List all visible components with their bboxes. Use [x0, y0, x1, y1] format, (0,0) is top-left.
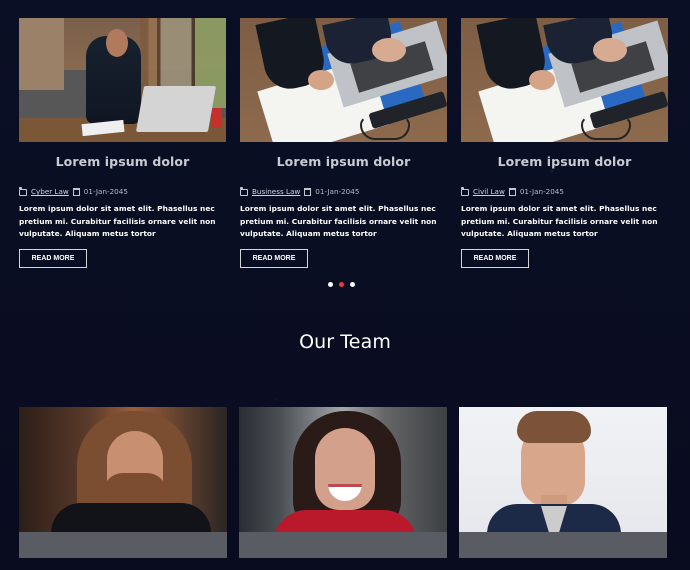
blog-card-2: Lorem ipsum dolor Business Law 01-Jan-20… — [240, 18, 447, 280]
blog-meta: Civil Law 01-Jan-2045 — [461, 187, 668, 196]
blog-title: Lorem ipsum dolor — [55, 154, 190, 169]
blog-card-1: Lorem ipsum dolor Cyber Law 01-Jan-2045 … — [19, 18, 226, 280]
read-more-button[interactable]: READ MORE — [461, 248, 529, 268]
team-member-info-bar — [239, 532, 447, 558]
read-more-button[interactable]: READ MORE — [240, 248, 308, 268]
folder-icon — [240, 187, 248, 196]
team-member-card-1[interactable] — [19, 407, 227, 558]
team-member-photo — [459, 407, 667, 532]
team-section-title: Our Team — [299, 331, 391, 353]
carousel-dot-2[interactable] — [339, 282, 344, 287]
post-date: 01-Jan-2045 — [83, 187, 128, 196]
blog-excerpt: Lorem ipsum dolor sit amet elit. Phasell… — [19, 204, 216, 239]
carousel-dot-1[interactable] — [328, 282, 333, 287]
category-meta: Civil Law — [461, 187, 505, 196]
date-meta: 01-Jan-2045 — [304, 187, 359, 196]
blog-title: Lorem ipsum dolor — [276, 154, 411, 169]
post-date: 01-Jan-2045 — [519, 187, 564, 196]
category-link[interactable]: Civil Law — [473, 187, 505, 196]
blog-excerpt: Lorem ipsum dolor sit amet elit. Phasell… — [240, 204, 437, 239]
team-member-photo — [239, 407, 447, 532]
blog-excerpt: Lorem ipsum dolor sit amet elit. Phasell… — [461, 204, 658, 239]
category-link[interactable]: Business Law — [252, 187, 300, 196]
category-meta: Business Law — [240, 187, 300, 196]
date-meta: 01-Jan-2045 — [508, 187, 564, 196]
calendar-icon — [508, 187, 516, 196]
blog-title: Lorem ipsum dolor — [497, 154, 632, 169]
category-meta: Cyber Law — [19, 187, 69, 196]
category-link[interactable]: Cyber Law — [31, 187, 69, 196]
team-member-card-3[interactable] — [459, 407, 667, 558]
date-meta: 01-Jan-2045 — [72, 187, 128, 196]
calendar-icon — [304, 187, 312, 196]
team-member-photo — [19, 407, 227, 532]
blog-meta: Cyber Law 01-Jan-2045 — [19, 187, 226, 196]
calendar-icon — [72, 187, 80, 196]
blog-meta: Business Law 01-Jan-2045 — [240, 187, 447, 196]
team-grid — [19, 407, 667, 558]
team-member-info-bar — [459, 532, 667, 558]
carousel-dot-3[interactable] — [350, 282, 355, 287]
team-member-card-2[interactable] — [239, 407, 447, 558]
blog-card-3: Lorem ipsum dolor Civil Law 01-Jan-2045 … — [461, 18, 668, 280]
blog-image-1 — [19, 18, 226, 142]
carousel-dots — [328, 282, 355, 287]
read-more-button[interactable]: READ MORE — [19, 248, 87, 268]
blog-image-3 — [461, 18, 668, 142]
folder-icon — [461, 187, 469, 196]
blog-image-2 — [240, 18, 447, 142]
folder-icon — [19, 187, 27, 196]
blog-carousel: Lorem ipsum dolor Cyber Law 01-Jan-2045 … — [19, 18, 668, 280]
team-member-info-bar — [19, 532, 227, 558]
post-date: 01-Jan-2045 — [315, 187, 360, 196]
